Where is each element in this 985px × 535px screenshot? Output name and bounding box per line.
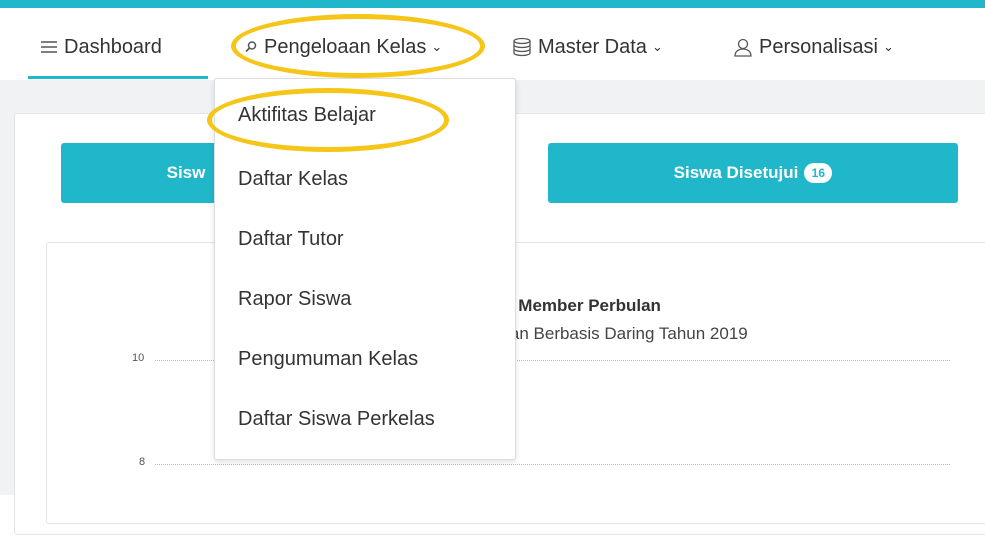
top-navigation: Dashboard Pengeloaan Kelas ⌄ Master Data… — [0, 8, 985, 80]
user-icon — [733, 37, 753, 57]
chevron-down-icon: ⌄ — [431, 39, 443, 54]
count-badge: 16 — [804, 163, 833, 183]
nav-master-label: Master Data — [538, 35, 647, 58]
gridline-8 — [155, 464, 950, 465]
menu-item-daftar-tutor[interactable]: Daftar Tutor — [238, 228, 344, 251]
menu-item-daftar-kelas[interactable]: Daftar Kelas — [238, 168, 348, 191]
y-tick-10: 10 — [132, 352, 145, 364]
nav-dashboard[interactable]: Dashboard — [40, 32, 162, 62]
nav-dashboard-label: Dashboard — [64, 35, 162, 58]
menu-item-aktifitas-belajar[interactable]: Aktifitas Belajar — [238, 104, 376, 127]
menu-item-rapor-siswa[interactable]: Rapor Siswa — [238, 288, 351, 311]
top-accent-bar — [0, 0, 985, 8]
menu-item-daftar-siswa-perkelas[interactable]: Daftar Siswa Perkelas — [238, 408, 435, 431]
search-icon — [244, 40, 258, 54]
pengelolaan-dropdown-menu — [214, 78, 516, 460]
database-icon — [512, 37, 532, 57]
chevron-down-icon: ⌄ — [651, 39, 663, 54]
nav-pengelolaan-kelas[interactable]: Pengeloaan Kelas ⌄ — [244, 32, 442, 62]
nav-personalisasi[interactable]: Personalisasi ⌄ — [733, 32, 894, 62]
menu-item-pengumuman-kelas[interactable]: Pengumuman Kelas — [238, 348, 418, 371]
siswa-disetujui-button[interactable]: Siswa Disetujui 16 — [548, 143, 958, 203]
menu-icon — [40, 40, 58, 54]
nav-master-data[interactable]: Master Data ⌄ — [512, 32, 663, 62]
siswa-button-label: Sisw — [166, 163, 206, 182]
siswa-disetujui-label: Siswa Disetujui — [673, 163, 799, 182]
y-tick-8: 8 — [139, 456, 146, 468]
active-tab-indicator — [28, 76, 208, 79]
nav-pengelolaan-label: Pengeloaan Kelas — [264, 35, 427, 58]
nav-personalisasi-label: Personalisasi — [759, 35, 878, 58]
chevron-down-icon: ⌄ — [882, 39, 894, 54]
chart-subtitle: jaran Berbasis Daring Tahun 2019 — [491, 324, 748, 343]
